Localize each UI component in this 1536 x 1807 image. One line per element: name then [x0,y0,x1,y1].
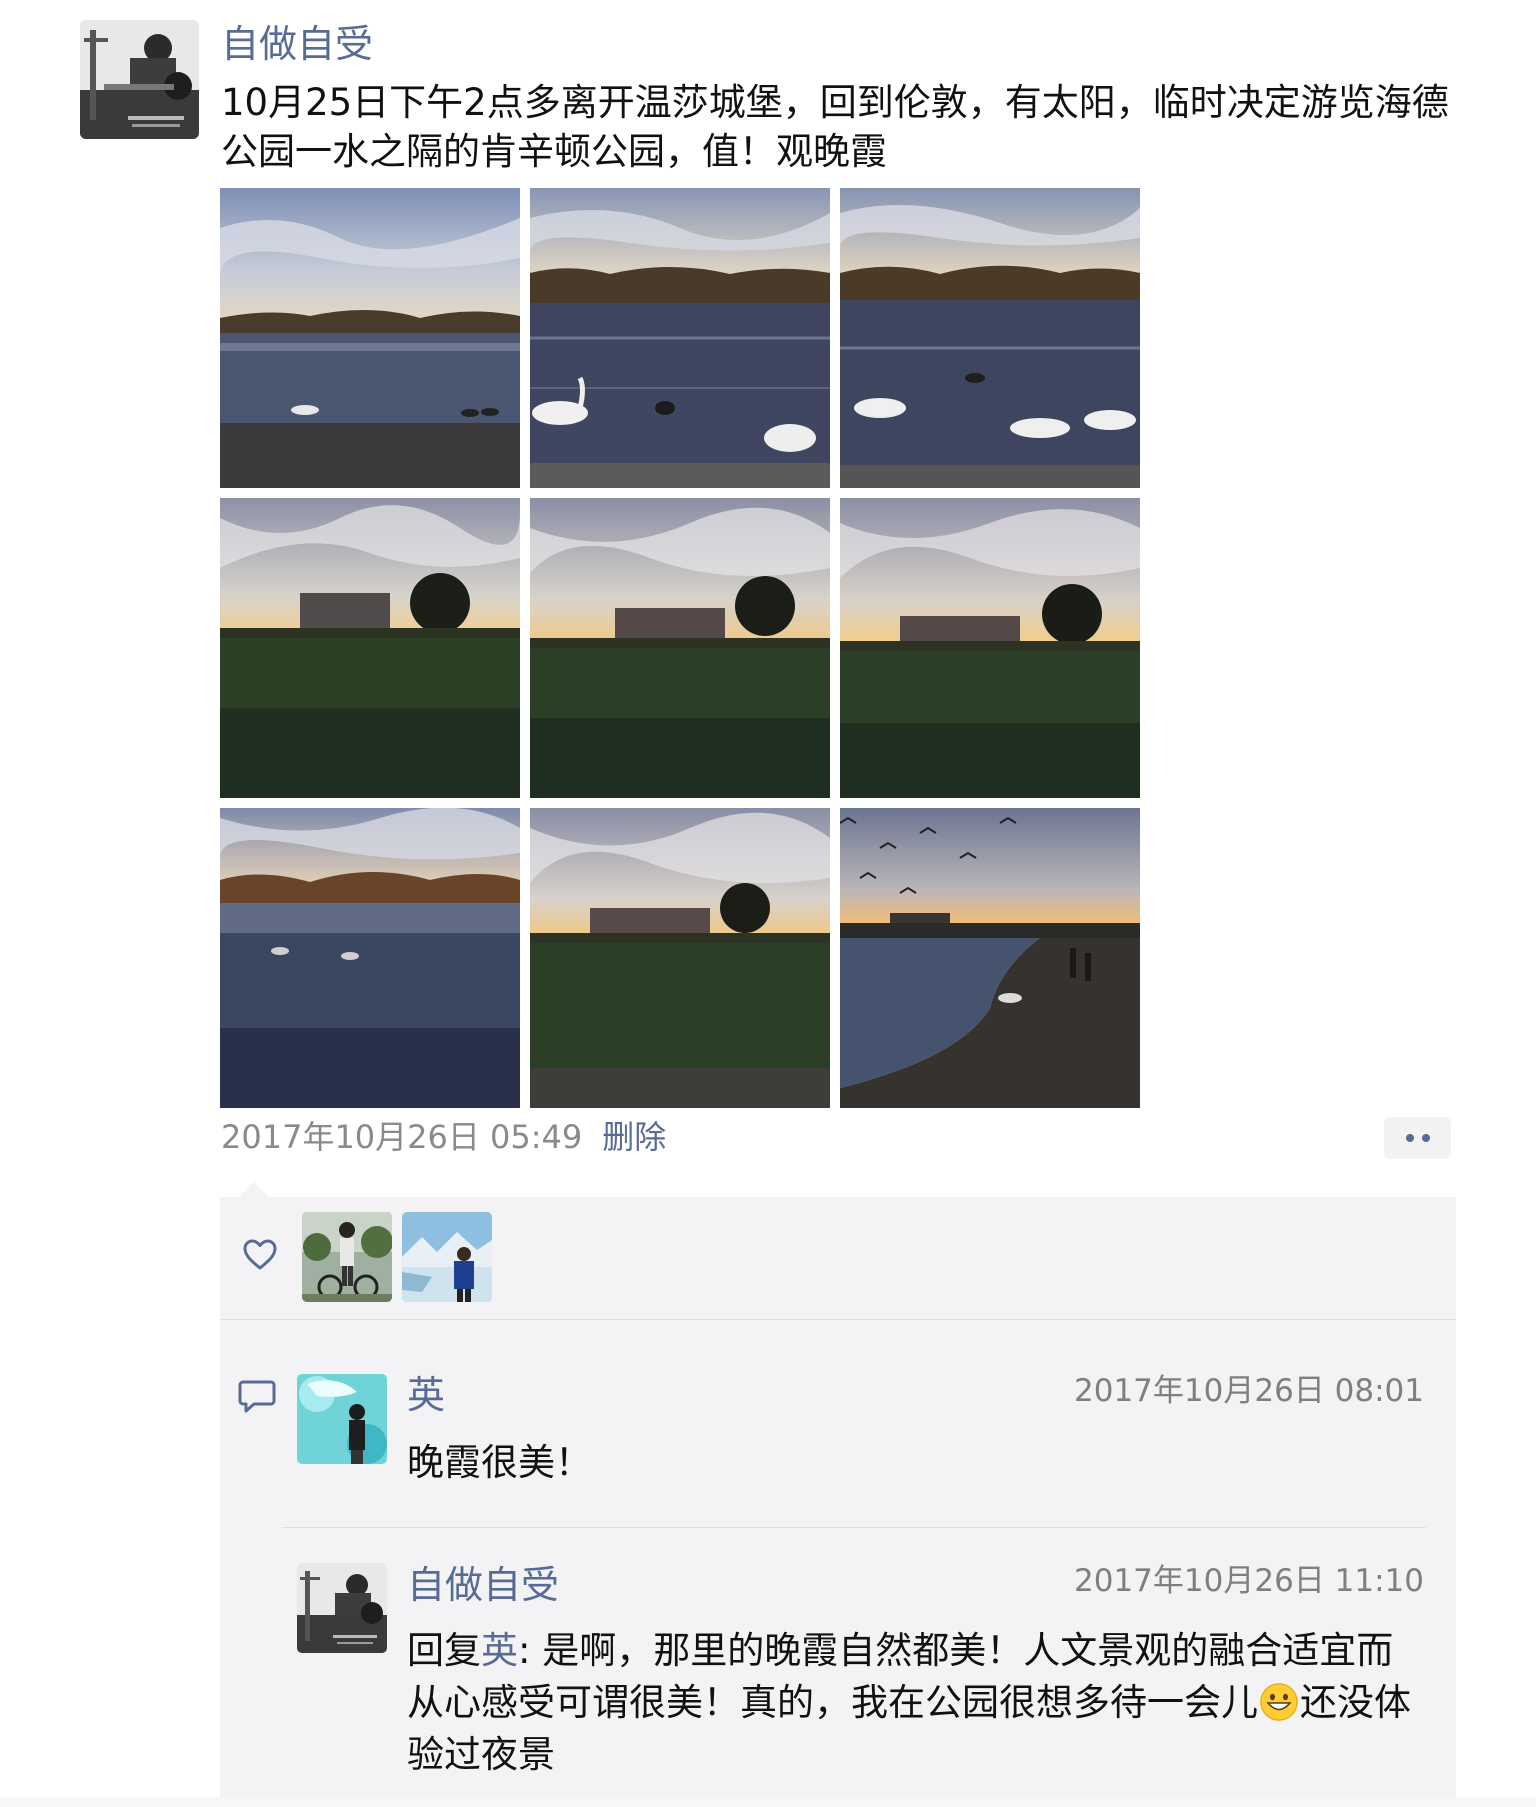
more-dot-icon [1405,1134,1414,1142]
comment-text-1: 晚霞很美！ [407,1441,592,1484]
comments-divider [282,1527,1426,1528]
panel-pointer [238,1182,270,1198]
author-avatar[interactable] [80,20,199,139]
post-timestamp: 2017年10月26日 05:49 [221,1118,583,1156]
reply-target-name[interactable]: 英 [481,1629,518,1672]
heart-icon [242,1237,278,1273]
photo-6[interactable] [840,498,1140,798]
likes-divider [220,1319,1456,1320]
comment-time-1: 2017年10月26日 08:01 [1074,1373,1424,1409]
photo-grid [220,188,1140,1108]
liker-avatar-1[interactable] [302,1212,392,1302]
post-text: 10月25日下午2点多离开温莎城堡，回到伦敦，有太阳，临时决定游览海德公园一水之… [221,81,1449,173]
photo-5[interactable] [530,498,830,798]
grin-emoji-icon [1260,1683,1298,1721]
photo-3[interactable] [840,188,1140,488]
comment-text-2: 回复英: 是啊，那里的晚霞自然都美！人文景观的融合适宜而从心感受可谓很美！真的，… [407,1625,1427,1781]
photo-2[interactable] [530,188,830,488]
photo-1[interactable] [220,188,520,488]
photo-4[interactable] [220,498,520,798]
comment-text-2-part1: : 是啊，那里的晚霞自然都美！人文景观的融合适宜而从心感受可谓很美！真的，我在公… [407,1629,1394,1724]
post-author-name[interactable]: 自做自受 [221,18,373,70]
comment-time-2: 2017年10月26日 11:10 [1074,1563,1424,1599]
comment-icon [238,1378,276,1414]
photo-8[interactable] [530,808,830,1108]
delete-link[interactable]: 删除 [602,1118,666,1156]
commenter-name-1[interactable]: 英 [407,1370,445,1420]
commenter-avatar-2[interactable] [297,1563,387,1653]
photo-9[interactable] [840,808,1140,1108]
more-dot-icon [1421,1134,1430,1142]
bottom-edge [0,1797,1536,1807]
photo-7[interactable] [220,808,520,1108]
commenter-avatar-1[interactable] [297,1374,387,1464]
liker-avatar-2[interactable] [402,1212,492,1302]
commenter-name-2[interactable]: 自做自受 [407,1560,559,1610]
post-meta: 2017年10月26日 05:49 删除 [221,1114,666,1160]
more-actions-button[interactable] [1384,1117,1451,1159]
reply-prefix: 回复 [407,1629,481,1672]
